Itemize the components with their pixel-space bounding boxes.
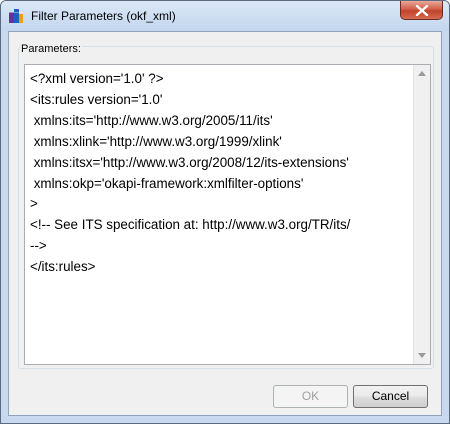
parameters-text-line: <its:rules version='1.0' (30, 91, 163, 107)
dialog-body: Parameters: <?xml version='1.0' ?> <its:… (8, 31, 442, 416)
parameters-text-line: xmlns:its='http://www.w3.org/2005/11/its… (30, 112, 273, 128)
close-button[interactable] (400, 1, 443, 20)
parameters-label: Parameters: (20, 43, 82, 55)
close-icon (415, 5, 429, 16)
ok-button[interactable]: OK (273, 385, 348, 408)
parameters-text-line: xmlns:okp='okapi-framework:xmlfilter-opt… (30, 175, 304, 191)
scroll-up-button[interactable] (414, 65, 430, 82)
parameters-text[interactable]: <?xml version='1.0' ?> <its:rules versio… (30, 69, 350, 278)
scroll-up-icon (418, 71, 426, 76)
parameters-text-line: </its:rules> (30, 259, 96, 275)
scroll-down-button[interactable] (414, 347, 430, 364)
window-title: Filter Parameters (okf_xml) (31, 9, 176, 23)
parameters-text-line: xmlns:itsx='http://www.w3.org/2008/12/it… (30, 154, 349, 170)
parameters-text-line: <!-- See ITS specification at: http://ww… (30, 217, 351, 233)
vertical-scrollbar[interactable] (413, 65, 430, 364)
parameters-text-line: xmlns:xlink='http://www.w3.org/1999/xlin… (30, 133, 282, 149)
title-bar[interactable]: Filter Parameters (okf_xml) (1, 1, 449, 31)
parameters-text-line: > (30, 196, 38, 212)
okapi-app-icon (8, 8, 24, 24)
parameters-textarea[interactable]: <?xml version='1.0' ?> <its:rules versio… (24, 64, 431, 365)
dialog-window: Filter Parameters (okf_xml) Parameters: … (0, 0, 450, 424)
parameters-text-line: --> (30, 238, 47, 254)
cancel-button[interactable]: Cancel (353, 385, 428, 408)
scroll-down-icon (418, 353, 426, 358)
parameters-text-line: <?xml version='1.0' ?> (30, 71, 164, 86)
